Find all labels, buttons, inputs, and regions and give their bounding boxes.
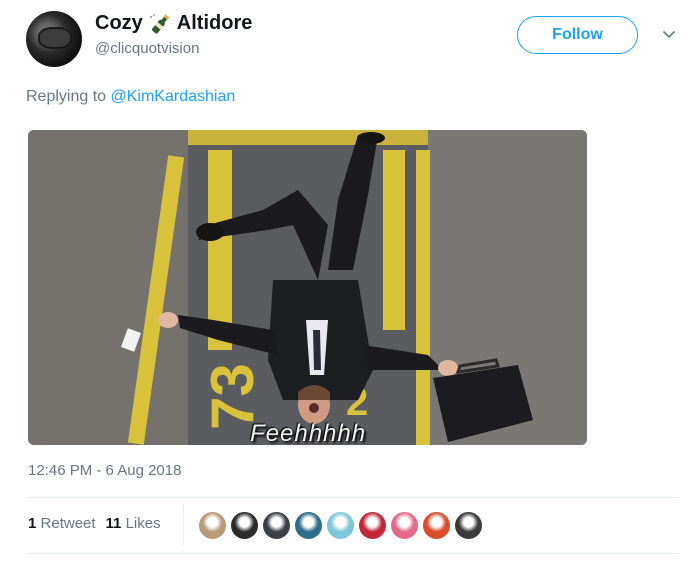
retweets-stat[interactable]: 1 Retweet <box>28 515 96 532</box>
liker-avatar[interactable] <box>422 511 451 540</box>
liker-avatar[interactable] <box>390 511 419 540</box>
stats-separator <box>183 505 184 545</box>
author-avatar[interactable] <box>26 11 82 67</box>
retweets-count: 1 <box>28 515 37 532</box>
follow-button[interactable]: Follow <box>517 16 638 54</box>
liker-avatar[interactable] <box>294 511 323 540</box>
liker-avatar[interactable] <box>262 511 291 540</box>
likes-count: 11 <box>105 515 122 532</box>
chevron-down-icon[interactable] <box>661 26 677 42</box>
display-name-part2[interactable]: Altidore <box>177 12 253 35</box>
reply-mention-link[interactable]: @KimKardashian <box>111 88 236 105</box>
liker-avatars <box>198 511 483 540</box>
liker-avatar[interactable] <box>358 511 387 540</box>
display-name-part1[interactable]: Cozy <box>95 12 143 35</box>
likes-stat[interactable]: 11 Likes <box>106 515 161 532</box>
liker-avatar[interactable] <box>198 511 227 540</box>
reply-prefix: Replying to <box>26 88 107 105</box>
media-caption: Feehhhhh <box>250 420 367 445</box>
champagne-bottle-icon <box>149 13 170 33</box>
likes-label: Likes <box>125 515 161 532</box>
tweet-stats: 1 Retweet 11 Likes <box>28 515 161 532</box>
liker-avatar[interactable] <box>326 511 355 540</box>
tweet-media-gif[interactable]: 73 2 Feehhhhh <box>28 130 587 445</box>
reply-context: Replying to @KimKardashian <box>26 88 235 106</box>
liker-avatar[interactable] <box>230 511 259 540</box>
divider-top <box>28 497 680 498</box>
retweets-label: Retweet <box>40 515 96 532</box>
liker-avatar[interactable] <box>454 511 483 540</box>
media-illustration: 73 2 <box>28 130 587 445</box>
divider-bottom <box>28 553 680 554</box>
author-handle[interactable]: @clicquotvision <box>95 40 199 57</box>
author-name-row[interactable]: Cozy Altidore <box>95 12 252 35</box>
tweet-timestamp[interactable]: 12:46 PM - 6 Aug 2018 <box>28 462 181 479</box>
